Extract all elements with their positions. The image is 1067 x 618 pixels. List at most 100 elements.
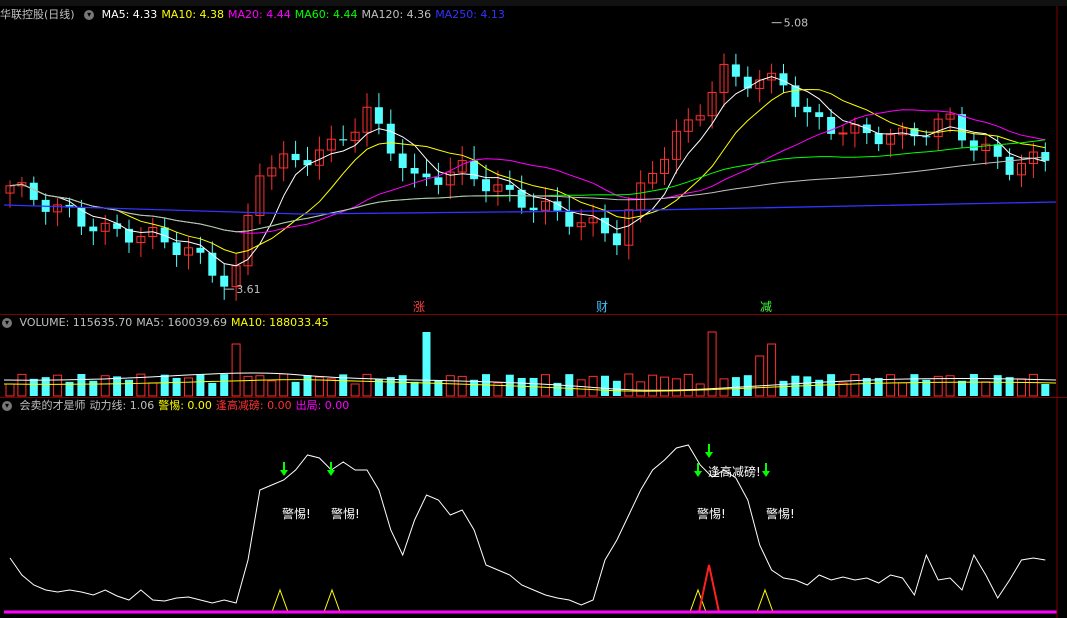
volume-bar (255, 375, 265, 397)
candle-body (113, 223, 122, 229)
candle-body (958, 114, 966, 141)
candle-body (612, 233, 621, 246)
candle-body (196, 247, 205, 253)
volume-bar (612, 380, 621, 396)
volume-bar (671, 378, 681, 397)
down-arrow-icon (705, 452, 713, 458)
indicator-label-3: 逢高减磅: 0.00 (215, 399, 292, 412)
volume-bar (422, 332, 431, 396)
reduce-spike (698, 564, 720, 613)
kline-chart[interactable]: 5.08 3.61 涨 财 减警惕! 警惕! 逢高减磅! 警惕! 警惕! (0, 0, 1067, 618)
collapse-icon[interactable]: ▾ (84, 10, 95, 20)
candle-body (838, 132, 848, 135)
volume-bar (755, 355, 765, 397)
candle-body (398, 153, 407, 168)
volume-bar (636, 381, 646, 397)
volume-bar (53, 374, 63, 397)
alert-triangle (271, 588, 289, 613)
volume-bar (743, 375, 752, 396)
volume-bar (160, 374, 169, 396)
down-arrow-icon (280, 470, 288, 476)
volume-bar (1017, 378, 1026, 397)
volume-bar (5, 383, 15, 397)
volume-bar (1041, 383, 1050, 396)
volume-bar (683, 373, 693, 397)
volume-bar (303, 375, 312, 396)
candle-body (172, 242, 181, 256)
candle-body (482, 179, 490, 192)
ma-label-2: MA20: 4.44 (228, 8, 291, 21)
stock-title[interactable]: 华联控股(日线) (0, 8, 75, 21)
indicator-legend: 会卖的才是师 动力线: 1.06 警惕: 0.00 逢高减磅: 0.00 出局: 0.0… (20, 399, 354, 412)
collapse-icon[interactable]: ▾ (2, 318, 12, 328)
event-marker-2: 减 (760, 300, 772, 314)
volume-bar (29, 378, 38, 396)
candle-body (529, 207, 538, 211)
volume-bar (588, 375, 598, 397)
indicator-pane-header: ▾ 会卖的才是师 动力线: 1.06 警惕: 0.00 逢高减磅: 0.00 出局: 0… (0, 399, 357, 413)
candle-body (743, 76, 752, 89)
volume-bar (243, 375, 253, 397)
volume-bar (350, 383, 360, 397)
volume-bar (601, 375, 609, 396)
candle-body (815, 112, 824, 117)
volume-bar (648, 374, 658, 397)
candle-body (505, 184, 514, 190)
volume-bar (576, 379, 586, 397)
candle-body (565, 210, 574, 227)
volume-bar (445, 375, 455, 397)
volume-bar (731, 377, 740, 396)
volume-label-0: VOLUME: 115635.70 (19, 316, 133, 329)
indicator-label-1: 动力线: 1.06 (89, 399, 155, 412)
volume-bar (220, 374, 229, 396)
candle-body (993, 144, 1002, 157)
candle-body (220, 275, 229, 287)
volume-bar (208, 382, 217, 396)
volume-bar (279, 373, 289, 397)
volume-label-1: MA5: 160039.69 (136, 316, 227, 329)
volume-bar (291, 381, 300, 396)
candle-body (803, 106, 812, 113)
volume-bar (958, 380, 966, 396)
volume-bar (850, 374, 860, 397)
down-arrow-icon (762, 471, 770, 477)
volume-bar (386, 377, 395, 396)
candle-body (89, 226, 98, 232)
volume-bar (624, 373, 634, 397)
alert-triangle (323, 588, 341, 613)
volume-bar (470, 379, 479, 396)
candle-body (422, 173, 431, 178)
volume-bar (874, 377, 883, 396)
collapse-icon[interactable]: ▾ (2, 401, 12, 411)
candle-body (1005, 156, 1014, 175)
indicator-label-4: 出局: 0.00 (295, 399, 350, 412)
volume-bar (910, 374, 919, 396)
volume-bar (779, 380, 788, 396)
candle-body (434, 177, 443, 185)
signal-label-2: 逢高减磅! (708, 464, 761, 479)
down-arrow-icon (327, 470, 335, 476)
volume-bar (969, 374, 978, 396)
signal-label-3: 警惕! (697, 506, 726, 521)
candle-body (874, 133, 883, 145)
volume-bar (1005, 377, 1014, 396)
volume-bar (172, 377, 181, 396)
candle-body (386, 123, 395, 154)
volume-bar (933, 375, 943, 397)
signal-label-0: 警惕! (282, 506, 311, 521)
down-arrow-icon (694, 471, 702, 477)
ma-label-1: MA10: 4.38 (161, 8, 225, 21)
candle-body (969, 140, 978, 151)
candle-body (374, 107, 383, 124)
volume-label-2: MA10: 188033.45 (230, 316, 329, 329)
volume-bar (196, 374, 205, 396)
volume-bar (113, 376, 122, 396)
event-marker-0: 涨 (413, 299, 425, 314)
volume-bar (767, 343, 777, 397)
ma-label-3: MA60: 4.44 (294, 8, 358, 21)
volume-bar (398, 375, 407, 396)
volume-bar (125, 379, 133, 396)
volume-bar (541, 374, 550, 397)
volume-bar (77, 374, 86, 396)
candle-body (291, 153, 300, 161)
